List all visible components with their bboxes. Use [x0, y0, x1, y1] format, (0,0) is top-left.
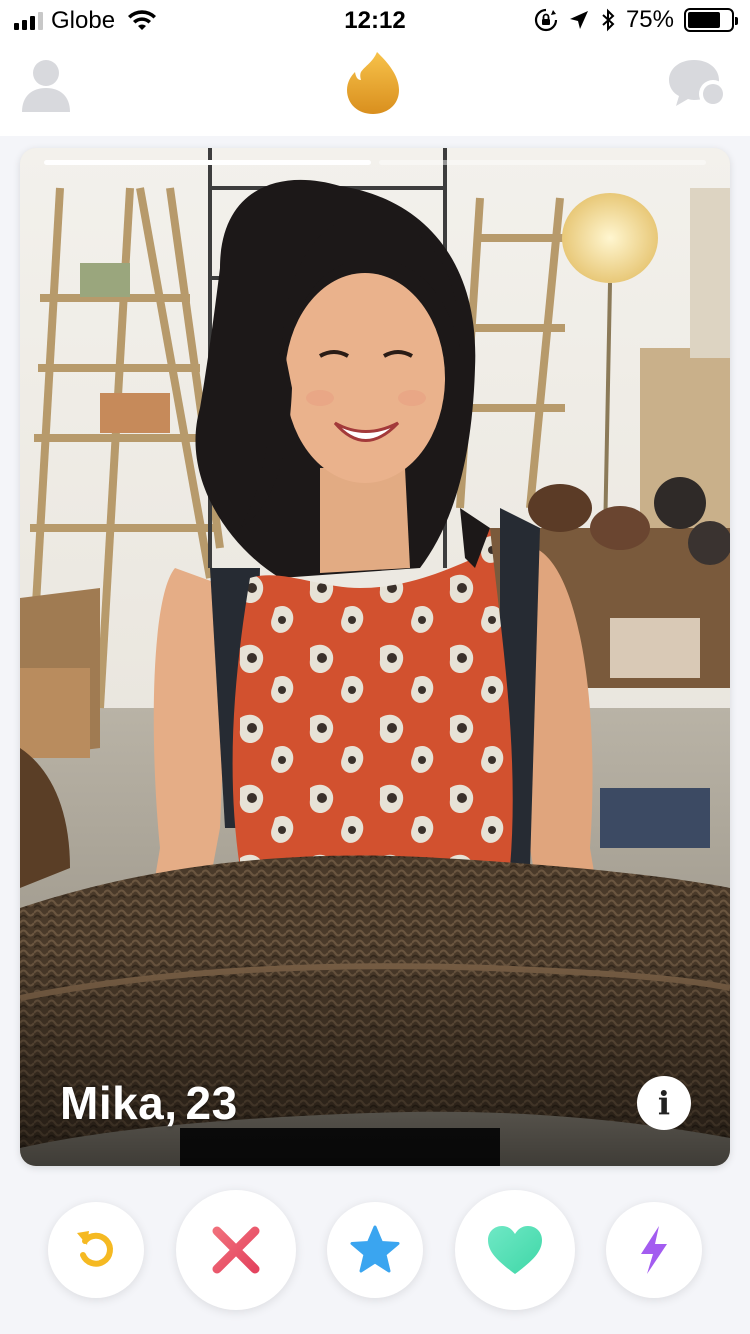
profile-info-button[interactable]: i	[637, 1076, 691, 1130]
super-like-button[interactable]	[327, 1202, 423, 1298]
profile-icon[interactable]	[20, 56, 72, 114]
info-icon: i	[657, 1084, 671, 1122]
like-button[interactable]	[455, 1190, 575, 1310]
battery-percent: 75%	[625, 6, 674, 33]
top-navigation	[0, 40, 750, 136]
photo-progress-segment[interactable]	[379, 160, 706, 165]
rotation-lock-icon	[534, 8, 558, 32]
messages-icon[interactable]	[667, 58, 729, 114]
profile-card[interactable]: Mika, 23 i	[20, 148, 730, 1166]
close-icon	[212, 1226, 260, 1274]
rewind-button[interactable]	[48, 1202, 144, 1298]
battery-level	[688, 12, 720, 28]
location-icon	[569, 11, 588, 29]
star-icon	[350, 1225, 400, 1273]
rewind-icon	[77, 1231, 113, 1267]
boost-button[interactable]	[606, 1202, 702, 1298]
nope-button[interactable]	[176, 1190, 296, 1310]
profile-name: Mika,	[60, 1077, 178, 1129]
lightning-icon	[641, 1226, 667, 1274]
photo-progress-segment[interactable]	[44, 160, 371, 165]
profile-age: 23	[185, 1077, 238, 1129]
card-gradient-overlay	[20, 946, 730, 1166]
battery-icon	[684, 8, 738, 32]
status-bar: Globe 12:12 75%	[0, 0, 750, 40]
photo-progress-indicator	[44, 160, 706, 166]
bluetooth-icon	[602, 8, 615, 32]
profile-name-age: Mika, 23	[60, 1076, 238, 1130]
heart-icon	[488, 1226, 542, 1274]
flame-logo-icon[interactable]	[343, 50, 403, 116]
status-right-group: 75%	[534, 6, 738, 34]
